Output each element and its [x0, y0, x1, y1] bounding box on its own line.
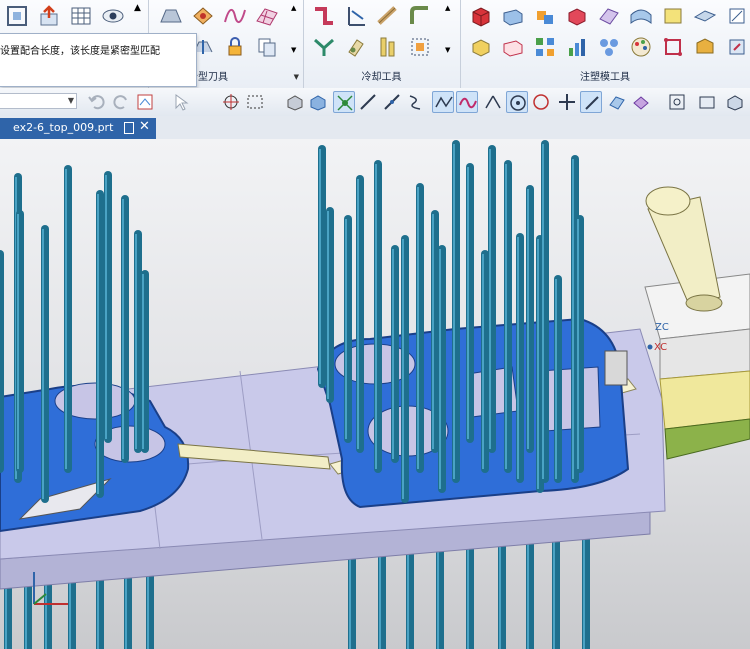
view-fit-icon[interactable] [666, 91, 688, 113]
group-scroll-up-icon[interactable]: ▲ [134, 3, 141, 13]
ribbon-group-label: 注塑模工具 [580, 72, 630, 83]
tool-puzzle-icon[interactable] [532, 3, 558, 29]
quadrant-point-icon[interactable] [530, 91, 552, 113]
sheet-body-icon[interactable] [307, 91, 329, 113]
tooltip-popup: 设置配合长度，该长度是紧密型匹配 [0, 33, 197, 87]
coordinate-axis-icon [33, 572, 68, 605]
chevron-down-icon[interactable]: ▼ [68, 96, 74, 105]
tool-layout-icon[interactable] [532, 34, 558, 60]
tool-frame-icon[interactable] [4, 3, 30, 29]
tool-yellow-slab-icon[interactable] [660, 3, 686, 29]
facet-select-icon[interactable] [630, 91, 652, 113]
tool-cooling-bend-icon[interactable] [407, 3, 433, 29]
tab-active-part[interactable]: ex2-6_top_009.prt ✕ [0, 118, 156, 139]
tool-palette-icon[interactable] [628, 34, 654, 60]
tool-block-outline-icon[interactable] [500, 34, 526, 60]
tool-parting-surface-icon[interactable] [158, 3, 184, 29]
tool-cooling-axis-icon[interactable] [343, 3, 369, 29]
tool-cooling-assembly-icon[interactable] [407, 34, 433, 60]
redo-icon[interactable] [110, 91, 132, 113]
line-tool-icon[interactable] [357, 91, 379, 113]
selection-toolbar [0, 88, 750, 117]
snap-endpoint-icon[interactable] [333, 91, 355, 113]
tool-box-gold-icon[interactable] [692, 34, 718, 60]
tool-patch-icon[interactable] [190, 3, 216, 29]
tool-surface-grid-icon[interactable] [254, 3, 280, 29]
dropdown-arrow-icon[interactable]: ▼ [294, 73, 299, 81]
mold-assembly-model[interactable] [0, 139, 750, 649]
tool-surface-patch-icon[interactable] [628, 3, 654, 29]
close-icon[interactable]: ✕ [139, 119, 150, 134]
tool-frame-red-icon[interactable] [660, 34, 686, 60]
intersect-tool-icon[interactable] [482, 91, 504, 113]
wcs-origin-point [647, 344, 653, 350]
pointer-icon[interactable] [170, 91, 192, 113]
wave-tool-icon[interactable] [456, 91, 478, 113]
tool-solid-red-icon[interactable] [564, 3, 590, 29]
render-style-icon[interactable] [696, 91, 718, 113]
group-scroll-up-icon[interactable]: ▲ [445, 4, 450, 12]
tool-block-red-icon[interactable] [468, 3, 494, 29]
group-dropdown-icon[interactable]: ▼ [445, 46, 450, 54]
tool-mold-more-icon[interactable] [724, 3, 750, 29]
tool-cut-icon[interactable] [724, 34, 750, 60]
tool-block-yellow-icon[interactable] [468, 34, 494, 60]
gate-insert [604, 350, 628, 386]
box-select-icon[interactable] [244, 91, 266, 113]
tool-thin-plate-icon[interactable] [692, 3, 718, 29]
ribbon-group-mold-tools: 注塑模工具 [460, 0, 750, 88]
filter-icon[interactable] [134, 91, 156, 113]
group-scroll-up-icon[interactable]: ▲ [291, 4, 296, 12]
tool-cooling-connect-icon[interactable] [311, 34, 337, 60]
undo-icon[interactable] [86, 91, 108, 113]
center-point-icon[interactable] [506, 91, 528, 113]
sprue-bushing-hole [685, 294, 723, 312]
tool-table-icon[interactable] [68, 3, 94, 29]
face-select-icon[interactable] [606, 91, 628, 113]
tool-cooling-channel-icon[interactable] [311, 3, 337, 29]
curve-tool-icon[interactable] [405, 91, 427, 113]
wcs-label-zc: ZC [655, 322, 669, 333]
spline-tool-icon[interactable] [432, 91, 454, 113]
tool-curve-icon[interactable] [222, 3, 248, 29]
solid-body-icon[interactable] [284, 91, 306, 113]
tool-export-icon[interactable] [36, 3, 62, 29]
tool-cooling-baffle-icon[interactable] [375, 34, 401, 60]
tool-copy-icon[interactable] [254, 34, 280, 60]
tool-cooling-plug-icon[interactable] [343, 34, 369, 60]
document-tab-bar: ex2-6_top_009.prt ✕ [0, 116, 750, 141]
selection-filter-dropdown[interactable]: ▼ [0, 93, 77, 109]
ribbon-group-label: 冷却工具 [361, 72, 402, 83]
pin-icon[interactable] [124, 122, 134, 134]
tool-block-box-icon[interactable] [500, 3, 526, 29]
snap-point-icon[interactable] [220, 91, 242, 113]
orient-view-icon[interactable] [724, 91, 746, 113]
wcs-label-xc: XC [654, 342, 668, 353]
ribbon-group-cooling-tools: ▲ ▼ 冷却工具 [303, 0, 461, 88]
tool-cooling-pipe-icon[interactable] [375, 3, 401, 29]
edge-tool-icon[interactable] [381, 91, 403, 113]
tooltip-text: 设置配合长度，该长度是紧密型匹配 [0, 46, 160, 57]
sprue-bushing-head [645, 186, 691, 216]
crosshair-icon[interactable] [556, 91, 578, 113]
tool-cluster-icon[interactable] [596, 34, 622, 60]
tool-face-trim-icon[interactable] [596, 3, 622, 29]
graphics-viewport[interactable]: ZC XC [0, 139, 750, 649]
group-dropdown-icon[interactable]: ▼ [291, 46, 296, 54]
tool-view-icon[interactable] [100, 3, 126, 29]
tool-lock-icon[interactable] [222, 34, 248, 60]
diagonal-line-icon[interactable] [580, 91, 602, 113]
tool-chart-icon[interactable] [564, 34, 590, 60]
tab-label: ex2-6_top_009.prt [13, 121, 114, 134]
